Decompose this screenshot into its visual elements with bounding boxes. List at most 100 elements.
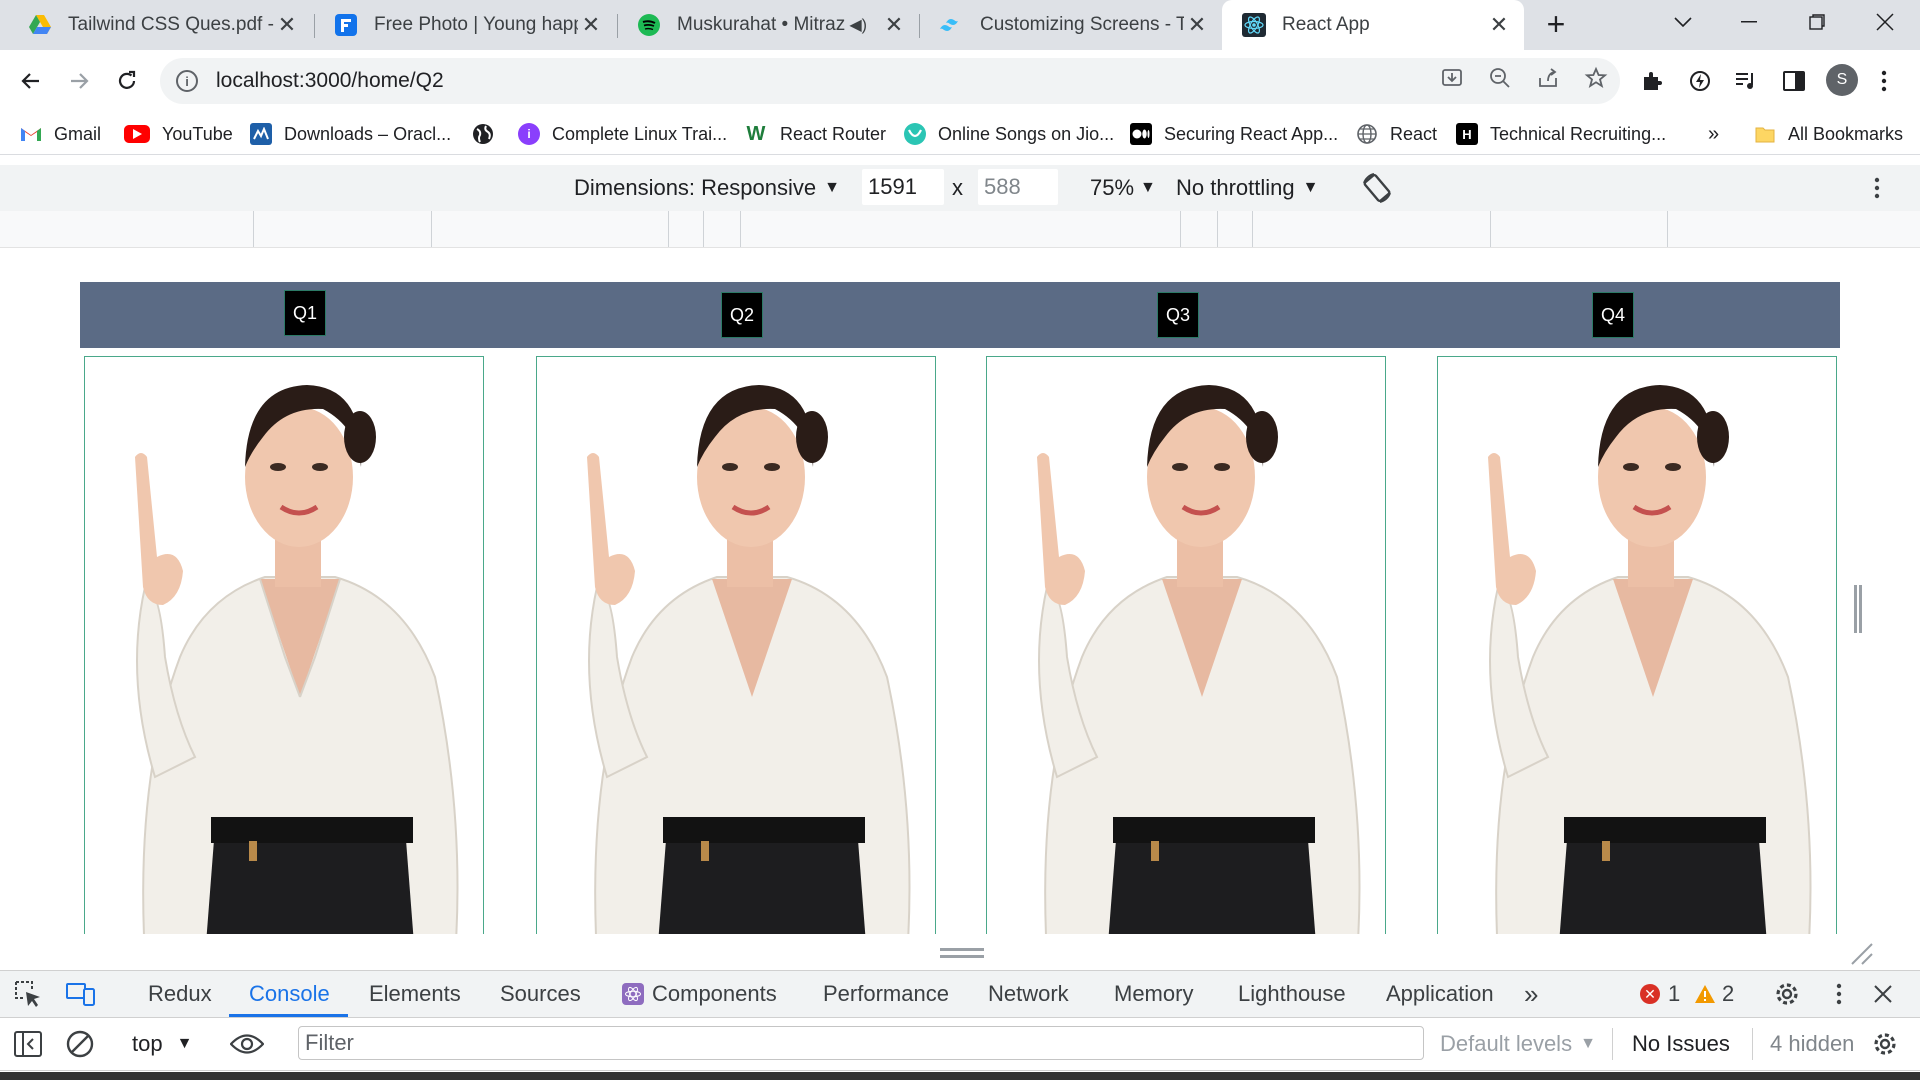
live-expression-eye-icon[interactable] — [230, 1018, 264, 1070]
minimize-button[interactable] — [1719, 0, 1779, 44]
width-input[interactable]: 1591 — [862, 169, 944, 205]
bookmarks-overflow-button[interactable]: » — [1708, 120, 1719, 148]
extension-bolt-icon[interactable] — [1680, 62, 1720, 100]
bookmark-oracle[interactable]: Downloads – Oracl... — [250, 120, 451, 148]
side-panel-icon[interactable] — [1774, 62, 1814, 100]
console-filter-input[interactable]: Filter — [298, 1026, 1424, 1060]
tab-tailwind-pdf[interactable]: Tailwind CSS Ques.pdf - G ✕ — [8, 0, 312, 50]
forward-button[interactable] — [58, 60, 100, 102]
tab-components[interactable]: Components — [622, 971, 777, 1017]
hackerrank-icon: H — [1456, 123, 1478, 145]
inspect-element-icon[interactable] — [14, 971, 42, 1017]
browser-menu-icon[interactable] — [1864, 62, 1904, 100]
issues-button[interactable]: No Issues — [1632, 1018, 1730, 1070]
tab-tailwind-docs[interactable]: Customizing Screens - Tail ✕ — [920, 0, 1222, 50]
clear-console-icon[interactable] — [66, 1018, 94, 1070]
reload-button[interactable] — [106, 60, 148, 102]
media-query-bar[interactable] — [0, 211, 1920, 248]
url-text[interactable]: localhost:3000/home/Q2 — [216, 69, 444, 93]
bookmark-star-icon[interactable] — [1572, 66, 1620, 96]
bookmark-react-router[interactable]: W React Router — [744, 120, 887, 148]
viewport-corner-resize-icon[interactable] — [1848, 940, 1874, 966]
device-toolbar-more-icon[interactable] — [1874, 165, 1880, 211]
bookmark-react[interactable]: React — [1356, 120, 1437, 148]
more-tabs-button[interactable]: » — [1524, 971, 1538, 1017]
context-selector[interactable]: top ▼ — [132, 1018, 192, 1070]
bookmark-globe[interactable] — [472, 120, 506, 148]
woman-photo-image — [1488, 385, 1812, 934]
close-tab-icon[interactable]: ✕ — [578, 12, 604, 38]
throttling-dropdown[interactable]: No throttling ▼ — [1176, 165, 1318, 211]
tab-spotify[interactable]: Muskurahat • Mitraz ◀) ✕ — [617, 0, 919, 50]
tab-redux[interactable]: Redux — [148, 971, 212, 1017]
console-sidebar-icon[interactable] — [14, 1018, 42, 1070]
speaker-icon[interactable]: ◀) — [849, 15, 867, 35]
nav-button-q3[interactable]: Q3 — [1157, 292, 1200, 338]
tab-memory[interactable]: Memory — [1114, 971, 1193, 1017]
bookmark-linux-course[interactable]: i Complete Linux Trai... — [518, 120, 727, 148]
device-toggle-icon[interactable] — [66, 971, 96, 1017]
profile-avatar[interactable]: S — [1826, 64, 1858, 96]
new-tab-button[interactable]: + — [1526, 2, 1586, 46]
woman-figure — [1037, 385, 1361, 934]
tab-network[interactable]: Network — [988, 971, 1069, 1017]
console-settings-icon[interactable] — [1872, 1018, 1898, 1070]
gmail-icon — [20, 123, 42, 145]
warning-count-badge[interactable]: 2 — [1694, 971, 1734, 1017]
nav-button-q4[interactable]: Q4 — [1592, 292, 1635, 338]
bookmark-jiosaavn[interactable]: Online Songs on Jio... — [904, 120, 1114, 148]
bookmark-gmail[interactable]: Gmail — [20, 120, 101, 148]
install-app-icon[interactable] — [1428, 66, 1476, 96]
bookmark-label: Complete Linux Trai... — [552, 123, 728, 144]
tab-console[interactable]: Console — [249, 971, 330, 1017]
close-tab-icon[interactable]: ✕ — [274, 12, 300, 38]
tab-performance[interactable]: Performance — [823, 971, 949, 1017]
viewport-width-resizer[interactable] — [1854, 585, 1862, 633]
media-control-icon[interactable] — [1726, 62, 1766, 100]
react-router-icon: W — [746, 122, 766, 145]
log-levels-dropdown[interactable]: Default levels ▼ — [1440, 1018, 1596, 1070]
close-tab-icon[interactable]: ✕ — [1486, 12, 1512, 38]
tab-react-app[interactable]: React App ✕ — [1222, 0, 1524, 50]
react-devtools-icon — [622, 983, 644, 1005]
tab-lighthouse[interactable]: Lighthouse — [1238, 971, 1346, 1017]
devtools-menu-icon[interactable] — [1836, 971, 1842, 1017]
tab-application[interactable]: Application — [1386, 971, 1494, 1017]
devtools-close-icon[interactable] — [1874, 971, 1892, 1017]
tab-freepik[interactable]: Free Photo | Young happy ✕ — [314, 0, 616, 50]
bookmark-label: Gmail — [54, 123, 102, 144]
back-button[interactable] — [10, 60, 52, 102]
tab-elements[interactable]: Elements — [369, 971, 461, 1017]
toolbar-divider — [1752, 1028, 1753, 1060]
hidden-messages-count: 4 hidden — [1770, 1031, 1855, 1056]
all-bookmarks-folder[interactable]: All Bookmarks — [1754, 120, 1903, 148]
react-app: Q1 Q2 Q3 Q4 — [80, 282, 1842, 934]
tab-sources[interactable]: Sources — [500, 971, 581, 1017]
bookmark-medium[interactable]: Securing React App... — [1130, 120, 1338, 148]
devtools-drawer-resizer[interactable] — [940, 948, 984, 958]
address-bar[interactable]: i localhost:3000/home/Q2 — [160, 58, 1620, 104]
nav-button-q1[interactable]: Q1 — [284, 290, 327, 336]
site-info-icon[interactable]: i — [176, 70, 198, 92]
extensions-puzzle-icon[interactable] — [1632, 62, 1672, 100]
rotate-icon[interactable] — [1360, 165, 1394, 211]
error-count-badge[interactable]: ✕ 1 — [1640, 971, 1680, 1017]
bookmark-youtube[interactable]: YouTube — [124, 120, 233, 148]
dimensions-dropdown[interactable]: Dimensions: Responsive ▼ — [574, 165, 840, 211]
restore-button[interactable] — [1787, 0, 1847, 44]
height-input[interactable]: 588 — [978, 169, 1058, 205]
bookmark-hackerrank[interactable]: H Technical Recruiting... — [1456, 120, 1666, 148]
search-tabs-icon[interactable] — [1653, 0, 1713, 44]
zoom-icon[interactable] — [1476, 66, 1524, 96]
bookmark-label: YouTube — [162, 123, 233, 144]
close-tab-icon[interactable]: ✕ — [1184, 12, 1210, 38]
close-window-button[interactable] — [1855, 0, 1915, 44]
devtools-settings-icon[interactable] — [1774, 971, 1800, 1017]
throttling-label: No throttling — [1176, 175, 1295, 200]
bookmark-label: Technical Recruiting... — [1490, 123, 1667, 144]
nav-button-q2[interactable]: Q2 — [721, 292, 764, 338]
zoom-dropdown[interactable]: 75% ▼ — [1090, 165, 1156, 211]
share-icon[interactable] — [1524, 66, 1572, 96]
freepik-icon — [334, 13, 358, 37]
close-tab-icon[interactable]: ✕ — [881, 12, 907, 38]
